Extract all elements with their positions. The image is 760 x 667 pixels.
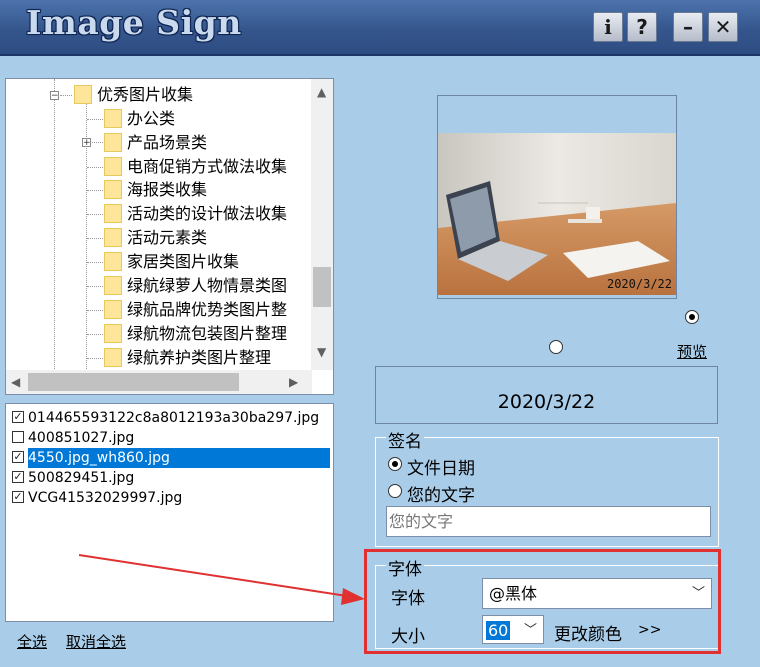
folder-icon xyxy=(104,228,122,247)
checkbox[interactable]: ✓ xyxy=(12,451,24,463)
tree-item-root[interactable]: 优秀图片收集 xyxy=(74,83,193,106)
tree-connector xyxy=(87,238,103,239)
preview-position-radio-right[interactable] xyxy=(685,310,699,324)
file-name: 4550.jpg_wh860.jpg xyxy=(28,448,330,468)
file-item-selected[interactable]: ✓ 4550.jpg_wh860.jpg xyxy=(12,448,332,468)
file-item[interactable]: ✓ 500829451.jpg xyxy=(12,468,134,488)
tree-connector xyxy=(87,262,103,263)
tree-connector xyxy=(87,334,103,335)
help-button[interactable]: ? xyxy=(627,12,657,42)
tree-connector xyxy=(87,358,103,359)
tree-item-label: 办公类 xyxy=(127,109,176,128)
date-display: 2020/3/22 xyxy=(375,366,718,424)
title-bar: Image Sign i ? – ✕ xyxy=(0,0,760,56)
folder-icon xyxy=(104,133,122,152)
tree-horizontal-scrollbar[interactable]: ◀ ▶ xyxy=(6,370,312,394)
minimize-button[interactable]: – xyxy=(673,12,703,42)
tree-item-label: 绿航物流包装图片整理 xyxy=(127,324,288,343)
tree-connector xyxy=(60,95,72,96)
preview-link[interactable]: 预览 xyxy=(677,341,707,362)
signature-group-title: 签名 xyxy=(386,427,424,452)
tree-item-label: 绿航绿萝人物情景类图 xyxy=(127,276,288,295)
tree-item-label: 电商促销方式做法收集 xyxy=(127,157,288,176)
checkbox[interactable]: ✓ xyxy=(12,491,24,503)
tree-item[interactable]: 绿航品牌优势类图片整 xyxy=(104,298,287,321)
folder-icon xyxy=(104,300,122,319)
tree-item[interactable]: 海报类收集 xyxy=(104,178,207,201)
tree-connector xyxy=(92,142,103,143)
close-button[interactable]: ✕ xyxy=(708,12,738,42)
tree-item[interactable]: 绿航养护类图片整理 xyxy=(104,346,271,369)
tree-item-label: 活动元素类 xyxy=(127,228,208,247)
tree-item[interactable]: 绿航绿萝人物情景类图 xyxy=(104,274,287,297)
folder-icon xyxy=(104,348,122,367)
folder-tree[interactable]: − 优秀图片收集 办公类 + 产品场景类 电商促销方式做法收集 海报类收集 活动… xyxy=(5,78,334,395)
preview-image: 2020/3/22 xyxy=(438,133,676,295)
app-title: Image Sign xyxy=(26,3,242,42)
tree-item-label: 绿航品牌优势类图片整 xyxy=(127,300,288,319)
tree-connector xyxy=(87,190,103,191)
file-date-radio[interactable] xyxy=(388,457,402,471)
tree-connector xyxy=(87,119,103,120)
annotation-arrow xyxy=(78,554,365,605)
tree-item[interactable]: 产品场景类 xyxy=(104,131,207,154)
tree-item[interactable]: 电商促销方式做法收集 xyxy=(104,155,287,178)
tree-item-label: 海报类收集 xyxy=(127,180,208,199)
tree-item-label: 产品场景类 xyxy=(127,133,208,152)
folder-icon xyxy=(104,252,122,271)
tree-item[interactable]: 活动元素类 xyxy=(104,226,207,249)
folder-icon xyxy=(104,157,122,176)
folder-icon xyxy=(104,204,122,223)
custom-text-label[interactable]: 您的文字 xyxy=(407,481,475,506)
file-name: 500829451.jpg xyxy=(28,470,135,486)
tree-item-label: 活动类的设计做法收集 xyxy=(127,204,288,223)
folder-icon xyxy=(74,85,92,104)
expand-icon[interactable]: + xyxy=(82,138,91,148)
file-item[interactable]: ✓ VCG41532029997.jpg xyxy=(12,488,182,508)
tree-connector xyxy=(87,310,103,311)
tree-connector xyxy=(87,286,103,287)
folder-icon xyxy=(104,324,122,343)
tree-item[interactable]: 办公类 xyxy=(104,107,175,130)
file-name: VCG41532029997.jpg xyxy=(28,490,183,506)
scroll-up-icon[interactable]: ▲ xyxy=(317,85,326,99)
custom-text-radio[interactable] xyxy=(388,484,402,498)
folder-icon xyxy=(104,109,122,128)
scroll-thumb[interactable] xyxy=(313,267,331,307)
tree-item-label: 优秀图片收集 xyxy=(97,85,194,104)
file-name: 400851027.jpg xyxy=(28,430,135,446)
tree-item-label: 绿航养护类图片整理 xyxy=(127,348,272,367)
folder-icon xyxy=(104,276,122,295)
photo-illustration xyxy=(438,133,676,295)
scroll-thumb[interactable] xyxy=(28,373,239,391)
tree-connector xyxy=(87,214,103,215)
collapse-icon[interactable]: − xyxy=(50,91,59,101)
scroll-left-icon[interactable]: ◀ xyxy=(11,375,20,389)
annotation-highlight-box xyxy=(364,549,721,654)
scroll-right-icon[interactable]: ▶ xyxy=(289,375,298,389)
scroll-down-icon[interactable]: ▼ xyxy=(317,345,326,359)
file-name: 014465593122c8a8012193a30ba297.jpg xyxy=(28,410,320,426)
deselect-all-link[interactable]: 取消全选 xyxy=(66,631,126,652)
checkbox[interactable] xyxy=(12,431,24,443)
file-item[interactable]: 400851027.jpg xyxy=(12,428,134,448)
tree-line xyxy=(54,79,55,369)
tree-item[interactable]: 家居类图片收集 xyxy=(104,250,239,273)
tree-item[interactable]: 绿航物流包装图片整理 xyxy=(104,322,287,345)
file-date-label[interactable]: 文件日期 xyxy=(407,454,475,479)
tree-item-label: 家居类图片收集 xyxy=(127,252,240,271)
preview-date-stamp: 2020/3/22 xyxy=(606,277,672,291)
select-all-link[interactable]: 全选 xyxy=(17,631,47,652)
checkbox[interactable]: ✓ xyxy=(12,411,24,423)
tree-connector xyxy=(87,167,103,168)
tree-item[interactable]: 活动类的设计做法收集 xyxy=(104,202,287,225)
custom-text-input[interactable]: 您的文字 xyxy=(386,506,711,537)
info-button[interactable]: i xyxy=(593,12,623,42)
file-item[interactable]: ✓ 014465593122c8a8012193a30ba297.jpg xyxy=(12,408,319,428)
folder-icon xyxy=(104,180,122,199)
checkbox[interactable]: ✓ xyxy=(12,471,24,483)
preview-position-radio-bottom[interactable] xyxy=(549,340,563,354)
tree-vertical-scrollbar[interactable]: ▲ ▼ xyxy=(311,79,333,370)
